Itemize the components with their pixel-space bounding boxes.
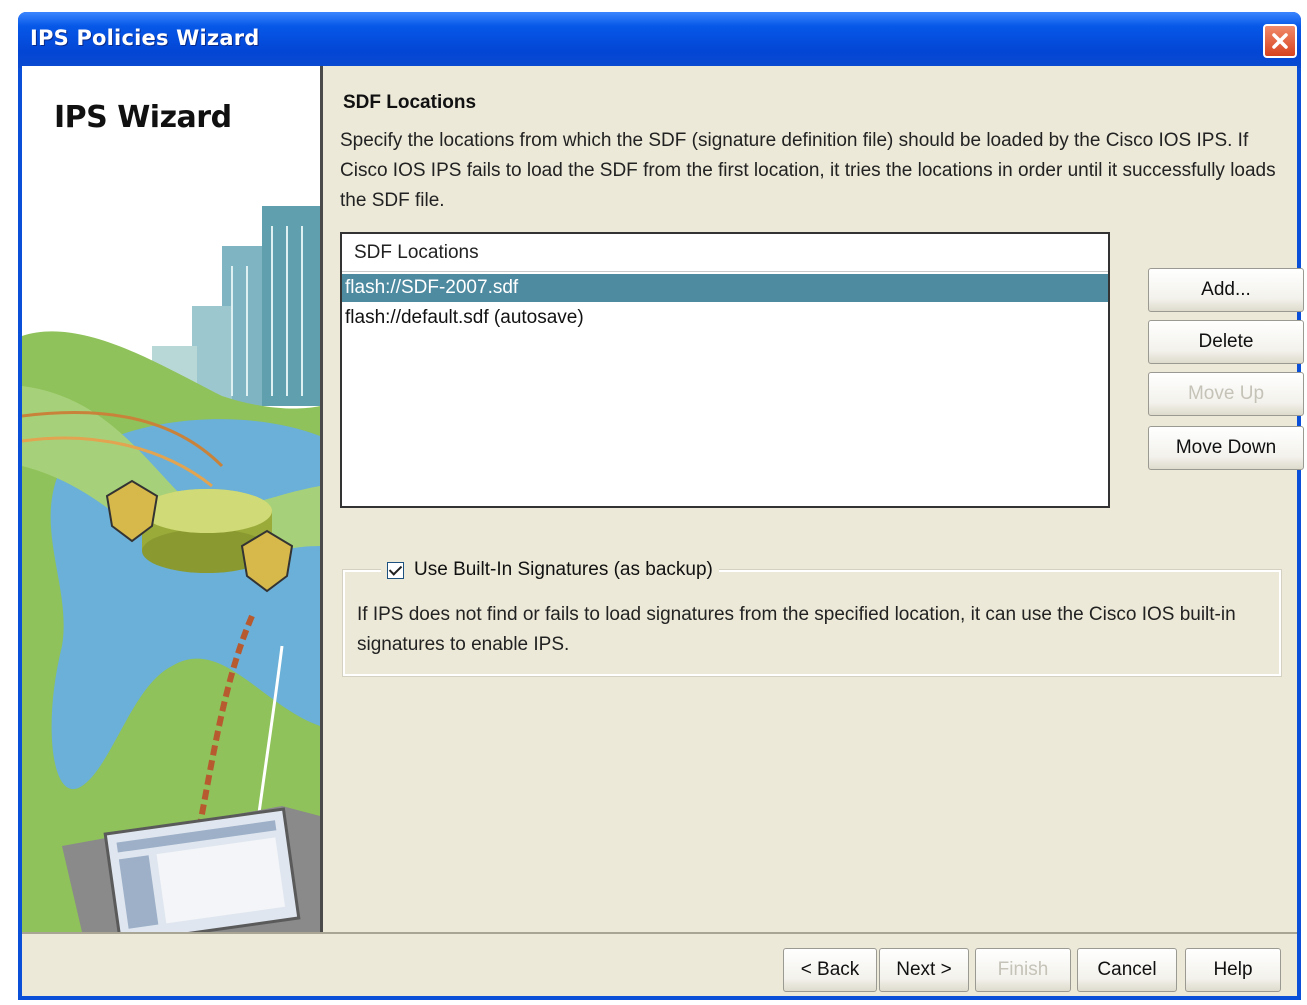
delete-button[interactable]: Delete — [1148, 320, 1304, 364]
dialog-client-area: IPS Wizard SDF Locations Specify the loc… — [22, 66, 1304, 996]
close-icon — [1272, 33, 1288, 49]
finish-button[interactable]: Finish — [975, 948, 1071, 992]
network-illustration-icon — [22, 206, 320, 932]
wizard-side-panel: IPS Wizard — [22, 66, 323, 932]
move-down-button[interactable]: Move Down — [1148, 426, 1304, 470]
list-column-header[interactable]: SDF Locations — [342, 234, 1108, 272]
section-description: Specify the locations from which the SDF… — [340, 130, 1276, 211]
builtin-signatures-legend[interactable]: Use Built-In Signatures (as backup) — [381, 556, 719, 584]
move-up-button[interactable]: Move Up — [1148, 372, 1304, 416]
builtin-signatures-label[interactable]: Use Built-In Signatures (as backup) — [414, 559, 713, 581]
help-button[interactable]: Help — [1185, 948, 1281, 992]
list-item[interactable]: flash://SDF-2007.sdf — [342, 274, 1108, 302]
section-title: SDF Locations — [343, 92, 477, 113]
sdf-locations-list[interactable]: SDF Locations flash://SDF-2007.sdf flash… — [340, 232, 1110, 508]
builtin-signatures-description: If IPS does not find or fails to load si… — [357, 604, 1236, 655]
window-title: IPS Policies Wizard — [30, 26, 260, 50]
title-bar[interactable]: IPS Policies Wizard — [18, 12, 1301, 68]
wizard-content: SDF Locations Specify the locations from… — [323, 66, 1304, 932]
cancel-button[interactable]: Cancel — [1077, 948, 1177, 992]
builtin-signatures-checkbox[interactable] — [387, 561, 404, 579]
list-item[interactable]: flash://default.sdf (autosave) — [342, 304, 1108, 332]
wizard-window: IPS Policies Wizard IPS Wizard SDF Locat… — [18, 12, 1304, 1000]
close-button[interactable] — [1263, 24, 1297, 58]
wizard-footer: < Back Next > Finish Cancel Help — [22, 932, 1297, 996]
next-button[interactable]: Next > — [879, 948, 969, 992]
builtin-signatures-group: Use Built-In Signatures (as backup) If I… — [342, 556, 1282, 677]
back-button[interactable]: < Back — [783, 948, 877, 992]
side-panel-title: IPS Wizard — [54, 100, 232, 135]
add-button[interactable]: Add... — [1148, 268, 1304, 312]
